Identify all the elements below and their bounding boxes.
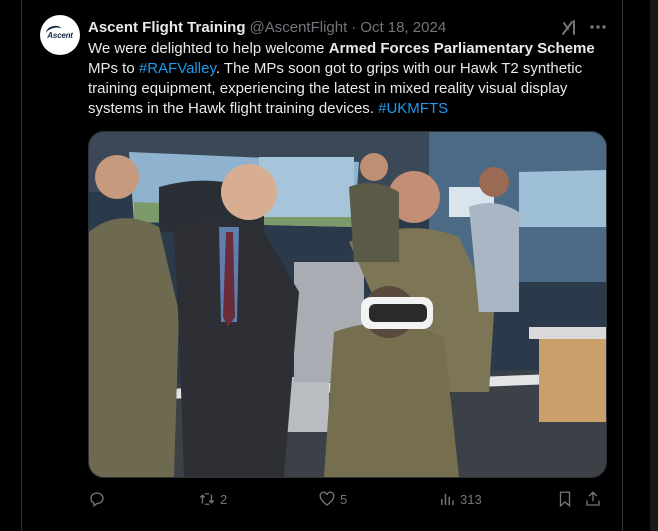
tweet-actions: 2 5 313 [88, 486, 618, 512]
tweet-header: Ascent Flight Training @AscentFlight · O… [88, 16, 618, 38]
like-button[interactable]: 5 [318, 486, 347, 512]
tweet-text-bold: Armed Forces Parliamentary Scheme [328, 40, 595, 57]
hashtag-rafvalley[interactable]: #RAFValley [139, 60, 216, 77]
column-border-right [622, 0, 623, 531]
views-count: 313 [460, 491, 482, 507]
separator-dot: · [351, 18, 357, 36]
tweet-text: We were delighted to help welcome Armed … [88, 39, 618, 119]
avatar[interactable]: Ascent [40, 15, 80, 55]
adjacent-panel-edge [650, 0, 658, 531]
post-date[interactable]: Oct 18, 2024 [360, 19, 446, 36]
heart-icon [319, 491, 335, 506]
user-handle[interactable]: @AscentFlight [250, 19, 348, 36]
retweet-count: 2 [220, 491, 228, 507]
views-icon [441, 493, 454, 505]
retweet-icon [199, 493, 215, 505]
reply-button[interactable] [88, 486, 110, 512]
tweet[interactable]: Ascent Ascent Flight Training @AscentFli… [22, 0, 622, 531]
tweet-photo[interactable] [88, 131, 607, 478]
like-count: 5 [340, 491, 348, 507]
tweet-text-part: MPs to [88, 60, 139, 77]
retweet-button[interactable]: 2 [198, 486, 227, 512]
hashtag-ukmfts[interactable]: #UKMFTS [378, 100, 448, 117]
more-options-icon[interactable] [588, 17, 608, 37]
grok-icon[interactable] [560, 17, 580, 37]
display-name[interactable]: Ascent Flight Training [88, 19, 246, 36]
reply-icon [90, 492, 104, 508]
photo-image [89, 132, 606, 477]
share-icon [586, 491, 600, 506]
share-button[interactable] [584, 486, 602, 512]
views-button[interactable]: 313 [438, 486, 482, 512]
bookmark-button[interactable] [556, 486, 574, 512]
tweet-text-part: We were delighted to help welcome [88, 40, 329, 57]
bookmark-icon [559, 491, 571, 508]
